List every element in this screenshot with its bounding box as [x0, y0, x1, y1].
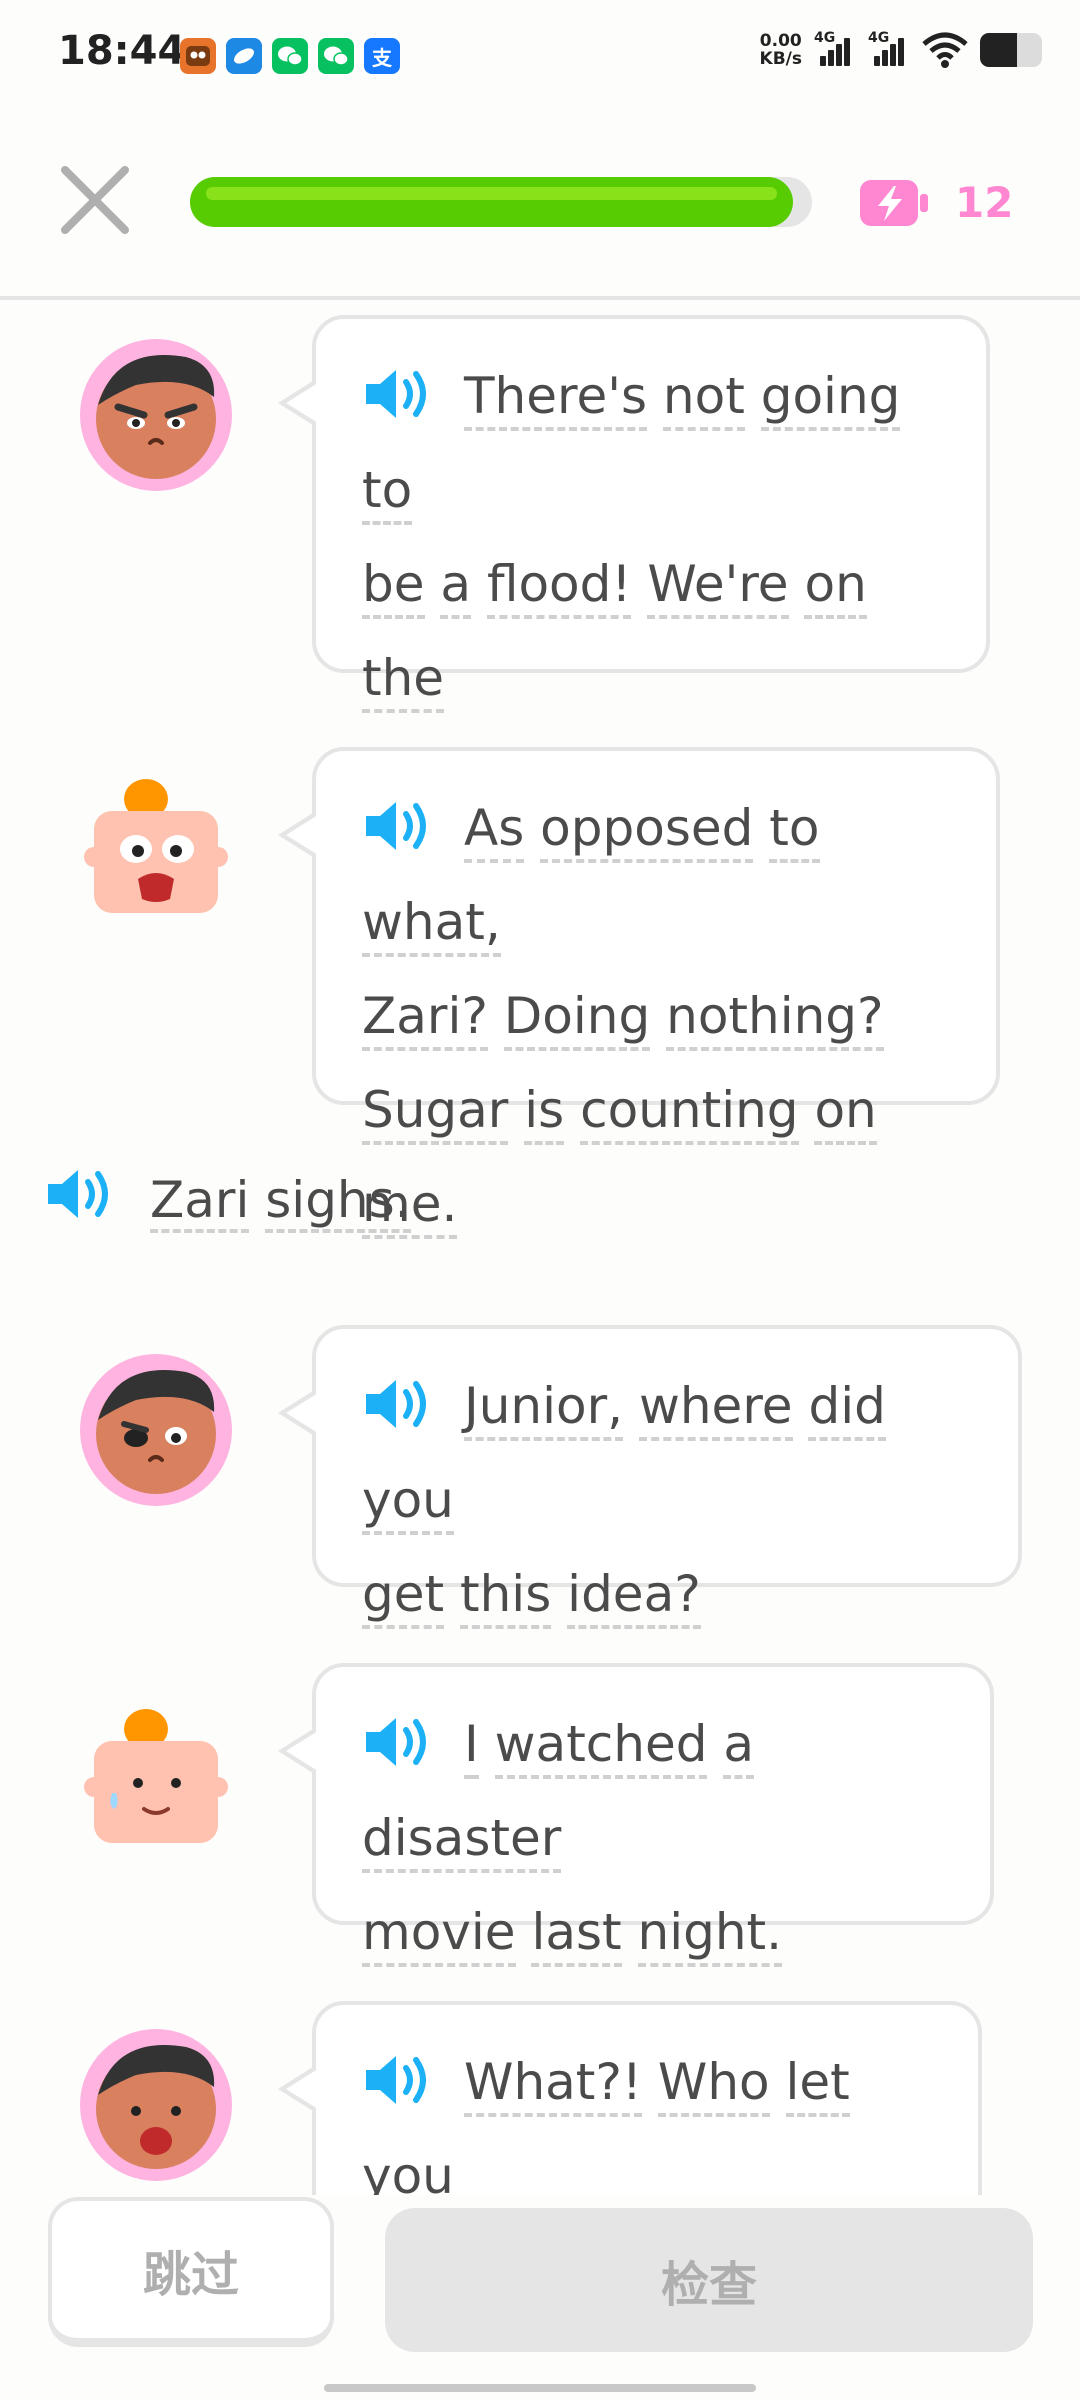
junior-avatar [84, 1709, 228, 1843]
speaker-icon[interactable] [362, 1712, 438, 1772]
dialogue-word[interactable]: There's [464, 367, 648, 431]
dialogue-line: Sugar is counting on me. [362, 1063, 966, 1251]
status-time: 18:44 [58, 28, 186, 74]
dialogue-word[interactable]: is [524, 1081, 565, 1145]
wechat-icon-2 [318, 38, 354, 74]
dialogue-word[interactable]: nothing? [666, 987, 884, 1051]
energy-battery-icon[interactable] [858, 178, 930, 228]
dialogue-word[interactable]: to [362, 461, 413, 525]
dialogue-word[interactable]: night. [637, 1903, 783, 1967]
dialogue-bubble: As opposed to what, Zari? Doing nothing? S… [278, 747, 1000, 1239]
dialogue-word[interactable]: the [362, 649, 445, 713]
dialogue-word[interactable]: disaster [362, 1809, 562, 1873]
dialogue-word[interactable]: movie [362, 1903, 516, 1967]
dialogue-word[interactable]: get [362, 1565, 445, 1629]
dialogue-word[interactable]: What?! [464, 2053, 642, 2117]
notification-icons: 支 [180, 38, 400, 74]
dialogue-word[interactable]: a [440, 555, 472, 619]
dialogue-word[interactable]: Zari? [362, 987, 488, 1051]
dialogue-word[interactable]: did [808, 1377, 886, 1441]
dialogue-bubble: There's not going to be a flood! We're on… [278, 315, 990, 807]
lesson-progress-bar [190, 177, 812, 227]
signal-icon: 4G [814, 30, 856, 66]
dialogue-line: Junior, where did you [362, 1359, 988, 1547]
dialogue-word[interactable]: idea? [567, 1565, 701, 1629]
dialogue-word[interactable]: watched [494, 1715, 708, 1779]
dialogue-word[interactable]: going [760, 367, 901, 431]
alipay-icon: 支 [364, 38, 400, 74]
dialogue-bubble: I watched a disaster movie last night. [278, 1663, 994, 1967]
speaker-icon[interactable] [362, 364, 438, 424]
speaker-icon[interactable] [362, 1374, 438, 1434]
dialogue-word[interactable]: this [460, 1565, 552, 1629]
dialogue-word[interactable]: where [638, 1377, 793, 1441]
dialogue-word[interactable]: on [814, 1081, 877, 1145]
dialogue-word[interactable]: you [362, 2147, 454, 2195]
dialogue-word[interactable]: what, [362, 893, 501, 957]
battery-icon [980, 33, 1042, 67]
dialogue-bubble: Junior, where did you get this idea? [278, 1325, 1022, 1629]
dialogue-word[interactable]: be [362, 555, 425, 619]
dialogue-word[interactable]: on [804, 555, 867, 619]
dialogue-bubble: What?! Who let youwatch that? [278, 2001, 982, 2195]
dialogue-word[interactable]: flood! [486, 555, 632, 619]
dialogue-word[interactable]: opposed [540, 799, 754, 863]
dialogue-word[interactable]: As [464, 799, 525, 863]
wifi-icon [922, 32, 968, 68]
speaker-icon[interactable] [362, 2050, 438, 2110]
close-icon[interactable] [55, 160, 135, 240]
narration-word[interactable]: sighs. [265, 1171, 411, 1233]
dialogue-word[interactable]: counting [580, 1081, 799, 1145]
progress-fill [190, 177, 794, 227]
dialogue-word[interactable]: to [769, 799, 820, 863]
signal-icon-2: 4G [868, 30, 910, 66]
dialogue-word[interactable]: We're [647, 555, 789, 619]
speaker-icon[interactable] [362, 796, 438, 856]
browser-app-icon [226, 38, 262, 74]
dialogue-word[interactable]: let [785, 2053, 850, 2117]
zari-avatar [80, 1354, 232, 1506]
dialogue-word[interactable]: Sugar [362, 1081, 509, 1145]
dialogue-line: I watched a disaster [362, 1697, 960, 1885]
check-button[interactable]: 检查 [385, 2208, 1033, 2352]
dialogue-line: movie last night. [362, 1885, 960, 1979]
dialogue-line: be a flood! We're on the [362, 537, 956, 725]
dialogue-line: As opposed to what, [362, 781, 966, 969]
home-indicator[interactable] [324, 2384, 756, 2392]
dialogue-word[interactable]: a [723, 1715, 755, 1779]
speaker-icon[interactable] [44, 1164, 120, 1224]
zari-avatar [80, 2029, 232, 2181]
wechat-icon [272, 38, 308, 74]
dialogue-word[interactable]: last [531, 1903, 622, 1967]
dialogue-line: get this idea? [362, 1547, 988, 1641]
dialogue-word[interactable]: not [662, 367, 745, 431]
dialogue-line: Zari? Doing nothing? [362, 969, 966, 1063]
energy-count: 12 [955, 178, 1014, 227]
dialogue-line: There's not going to [362, 349, 956, 537]
network-speed: 0.00 KB/s [759, 31, 802, 69]
zari-avatar [80, 339, 232, 491]
status-bar: 18:44 支 0.00 KB/s 4G 4G [0, 0, 1080, 110]
junior-avatar [84, 779, 228, 913]
skip-button[interactable]: 跳过 [48, 2197, 334, 2347]
dialogue-line: What?! Who let you [362, 2035, 948, 2195]
narration-line: Zari sighs. [44, 1160, 411, 1240]
dialogue-word[interactable]: you [362, 1471, 454, 1535]
dialogue-word[interactable]: Who [657, 2053, 770, 2117]
narration-word[interactable]: Zari [150, 1171, 250, 1233]
lesson-header: 12 [0, 150, 1080, 300]
dialogue-word[interactable]: I [464, 1715, 479, 1779]
dialogue-word[interactable]: Junior, [464, 1377, 624, 1441]
dialogue-word[interactable]: Doing [503, 987, 651, 1051]
game-app-icon [180, 38, 216, 74]
dialogue-area: There's not going to be a flood! We're on… [0, 305, 1080, 2195]
